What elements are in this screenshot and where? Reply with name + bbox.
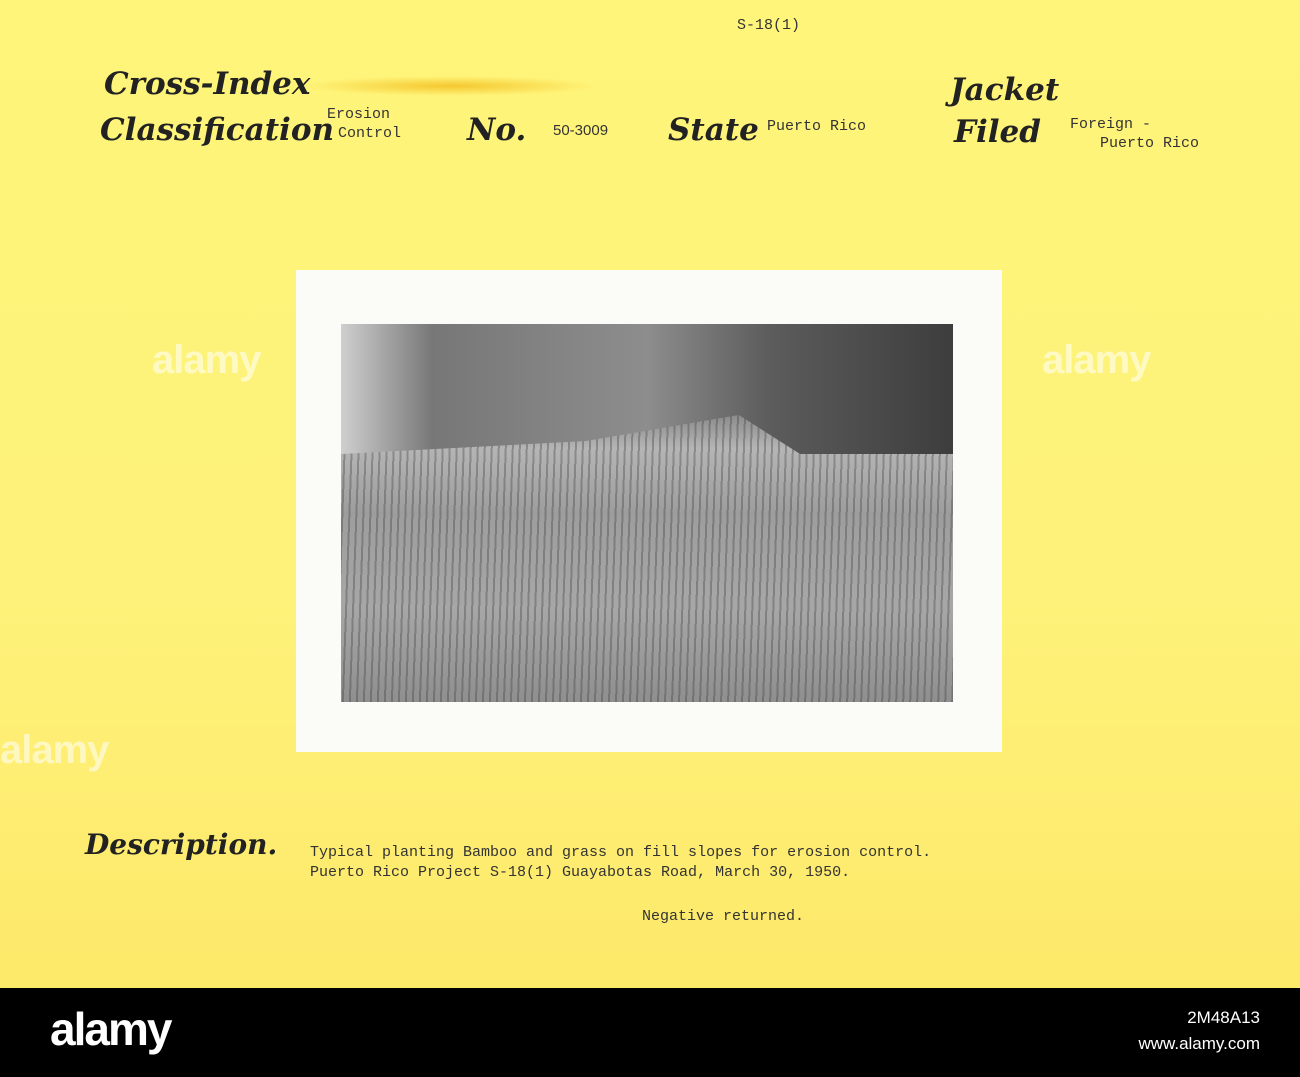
description-label: Description. <box>85 828 278 861</box>
cross-index-label: Cross-Index <box>104 66 311 102</box>
site-url: www.alamy.com <box>1138 1034 1260 1053</box>
description-line-2: Puerto Rico Project S-18(1) Guayabotas R… <box>310 864 851 881</box>
archive-card: S-18(1) Cross-Index Classification Erosi… <box>0 0 1300 988</box>
description-line-1: Typical planting Bamboo and grass on fil… <box>310 844 932 861</box>
no-label: No. <box>467 112 527 148</box>
image-id: 2M48A13 <box>1187 1008 1260 1027</box>
no-value: 50-3009 <box>553 122 609 139</box>
state-label: State <box>668 112 759 148</box>
reference-number: S-18(1) <box>737 17 801 34</box>
classification-value-2: Control <box>338 125 402 142</box>
state-value: Puerto Rico <box>767 118 867 135</box>
classification-value-1: Erosion <box>327 106 391 123</box>
photograph-bamboo-planting <box>341 324 953 702</box>
alamy-logo: alamy <box>50 1003 172 1055</box>
photo-hillside <box>341 324 953 454</box>
stock-footer: alamy 2M48A13 www.alamy.com <box>0 988 1300 1077</box>
jacket-label: Jacket <box>950 72 1060 108</box>
negative-note: Negative returned. <box>642 908 805 925</box>
jacket-value-2: Puerto Rico <box>1100 135 1200 152</box>
watermark-left: alamy <box>152 338 261 382</box>
jacket-value-1: Foreign - <box>1070 116 1152 133</box>
watermark-right: alamy <box>1042 338 1151 382</box>
classification-label: Classification <box>100 112 335 148</box>
watermark-bottom-left: alamy <box>0 728 109 772</box>
filed-label: Filed <box>954 114 1041 150</box>
stain <box>300 76 600 96</box>
